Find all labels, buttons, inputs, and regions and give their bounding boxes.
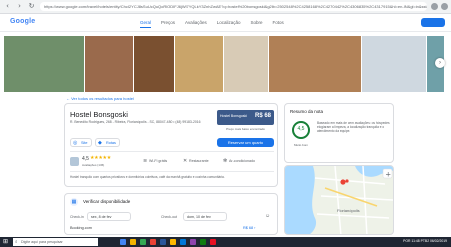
hotel-thumbnail — [70, 157, 79, 166]
arrow-right-icon[interactable]: › — [15, 2, 24, 11]
back-to-results-link[interactable]: ← Ver todos os resultados para hostel — [66, 96, 134, 101]
provider-name[interactable]: Booking.com — [70, 226, 92, 230]
hotel-tabs: Geral Preços Avaliações Localização Sobr… — [140, 20, 284, 28]
checkout-label: Check-out — [161, 215, 177, 219]
person-icon[interactable]: ☺ — [265, 213, 270, 219]
hotel-card: Hostel Bonsgoski R. Benedito Rodrigues, … — [64, 103, 278, 187]
price-note: Preço mais baixo encontrado — [226, 127, 265, 131]
windows-start-icon[interactable]: ⊞ — [3, 239, 9, 245]
website-button[interactable]: ◎ Site — [70, 138, 92, 147]
hotel-description: Hostel tranquilo com quartos privativos … — [70, 175, 225, 179]
star-rating: ★★★★★ — [90, 155, 111, 161]
taskbar-app-icon[interactable] — [190, 239, 196, 245]
review-score-label: Muito bom — [293, 143, 308, 147]
taskbar-app-icon[interactable] — [210, 239, 216, 245]
price-value: R$ 68 — [254, 113, 271, 119]
book-room-button[interactable]: Reservar um quarto — [217, 138, 274, 147]
refresh-icon[interactable]: ↻ — [27, 2, 36, 11]
hotel-photo[interactable] — [175, 36, 223, 92]
tab-reviews[interactable]: Avaliações — [185, 20, 207, 28]
rating-score: 4,5 — [82, 156, 89, 162]
tab-overview[interactable]: Geral — [140, 20, 152, 28]
tab-photos[interactable]: Fotos — [273, 20, 284, 28]
amenity-label: Wi-Fi grátis — [149, 159, 168, 163]
taskbar-app-icon[interactable] — [170, 239, 176, 245]
hotel-photo[interactable] — [85, 36, 133, 92]
hotel-photo[interactable] — [269, 36, 361, 92]
checkout-field[interactable]: dom, 10 de fev — [183, 212, 227, 221]
arrow-left-icon[interactable]: ‹ — [3, 2, 12, 11]
availability-card: ▦ Verificar disponibilidade Check-in sex… — [64, 193, 278, 235]
directions-label: Rotas — [106, 141, 116, 145]
taskbar-app-icon[interactable] — [200, 239, 206, 245]
hotel-address: R. Benedito Rodrigues, 268 - Ribeira, Fl… — [70, 120, 201, 124]
plus-icon: + — [385, 170, 391, 178]
divider — [70, 171, 274, 172]
review-score: 4,5 — [297, 126, 305, 132]
availability-title: Verificar disponibilidade — [83, 199, 131, 204]
provider-price[interactable]: R$ 68 › — [243, 226, 255, 230]
review-summary-title: Resumo da nota — [290, 109, 324, 114]
review-summary-text: Baseado em mais de cem avaliações: os hó… — [317, 121, 390, 134]
taskbar: ⊞ ⌕ Digite aqui para pesquisar POR 11:48… — [0, 237, 451, 247]
photo-strip — [4, 36, 444, 92]
amenity-restaurant: ✕ Restaurante — [183, 158, 209, 164]
hotel-photo[interactable] — [224, 36, 268, 92]
taskbar-app-icon[interactable] — [140, 239, 146, 245]
url-field[interactable]: https://www.google.com/travel/hotels/ent… — [40, 2, 427, 11]
map-pin-icon[interactable] — [345, 179, 349, 183]
search-icon: ⌕ — [15, 239, 18, 244]
amenity-wifi: ≋ Wi-Fi grátis — [143, 158, 168, 164]
taskbar-app-icon[interactable] — [180, 239, 186, 245]
address-bar: ‹ › ↻ https://www.google.com/travel/hote… — [0, 0, 451, 14]
taskbar-app-icon[interactable] — [150, 239, 156, 245]
directions-icon: ◆ — [98, 140, 102, 146]
taskbar-search[interactable]: ⌕ Digite aqui para pesquisar — [13, 238, 98, 246]
hotel-name: Hostel Bonsgoski — [70, 110, 128, 119]
map-water — [285, 166, 316, 234]
map-pin-icon[interactable] — [340, 179, 346, 185]
checkin-label: Check-in — [70, 215, 84, 219]
amenity-label: Restaurante — [189, 159, 209, 163]
location-map[interactable]: Florianópolis + — [284, 165, 394, 235]
calendar-icon: ▦ — [70, 198, 78, 206]
profile-icon[interactable] — [431, 3, 438, 10]
amenity-label: Ar-condicionado — [229, 159, 255, 163]
price-provider: Hostel Bonsgoski — [220, 114, 248, 118]
tab-location[interactable]: Localização — [217, 20, 241, 28]
google-logo[interactable]: Google — [10, 18, 35, 25]
taskbar-app-icon[interactable] — [160, 239, 166, 245]
taskbar-app-icon[interactable] — [120, 239, 126, 245]
browser-window: ‹ › ↻ https://www.google.com/travel/hote… — [0, 0, 451, 247]
tab-about[interactable]: Sobre — [250, 20, 262, 28]
website-label: Site — [81, 141, 88, 145]
taskbar-app-icon[interactable] — [130, 239, 136, 245]
tab-prices[interactable]: Preços — [161, 20, 175, 28]
taskbar-search-placeholder: Digite aqui para pesquisar — [21, 240, 63, 244]
menu-icon[interactable] — [441, 3, 448, 10]
restaurant-icon: ✕ — [183, 158, 188, 164]
review-summary-card: Resumo da nota 4,5 Muito bom Baseado em … — [284, 103, 394, 163]
checkin-field[interactable]: sex, 8 de fev — [87, 212, 131, 221]
hotel-photo[interactable] — [134, 36, 174, 92]
system-tray[interactable]: POR 11:48 PTB2 06/02/2019 — [403, 239, 447, 243]
snowflake-icon: ✻ — [223, 158, 228, 164]
hotel-photo[interactable] — [362, 36, 426, 92]
map-graphic: Florianópolis + — [285, 166, 393, 234]
globe-icon: ◎ — [73, 140, 78, 146]
apps-button[interactable] — [421, 18, 445, 27]
review-count[interactable]: Avaliações (136) — [82, 163, 104, 167]
google-header: Google Geral Preços Avaliações Localizaç… — [0, 14, 451, 32]
url-text: https://www.google.com/travel/hotels/ent… — [44, 4, 427, 9]
hotel-photo[interactable] — [4, 36, 84, 92]
price-box[interactable]: Hostel Bonsgoski R$ 68 — [217, 110, 274, 125]
chevron-right-icon[interactable]: › — [435, 58, 445, 68]
wifi-icon: ≋ — [143, 158, 148, 164]
divider — [70, 151, 274, 152]
map-roads — [314, 166, 393, 234]
directions-button[interactable]: ◆ Rotas — [95, 138, 120, 147]
map-city-label: Florianópolis — [337, 208, 360, 213]
amenity-ac: ✻ Ar-condicionado — [223, 158, 255, 164]
